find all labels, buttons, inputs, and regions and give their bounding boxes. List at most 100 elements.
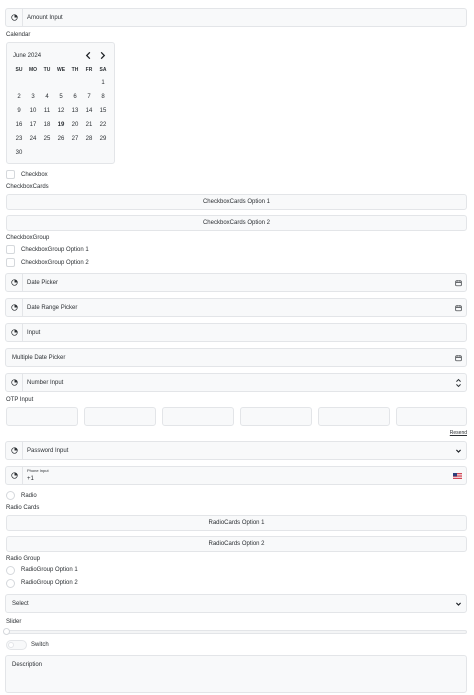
calendar-day[interactable]: 16: [12, 118, 26, 132]
checkbox-group-option-1[interactable]: [6, 245, 15, 254]
chevron-left-icon: [85, 51, 91, 60]
resend-link[interactable]: Resend: [450, 430, 467, 436]
radio-group-label: Radio Group: [6, 556, 41, 562]
calendar-day[interactable]: 1: [96, 76, 110, 90]
calendar-day[interactable]: 26: [54, 132, 68, 146]
checkbox-card-1[interactable]: CheckboxCards Option 1: [6, 194, 467, 210]
checkbox[interactable]: [6, 170, 15, 179]
date-picker[interactable]: Date Picker: [5, 273, 467, 292]
calendar-day[interactable]: 29: [96, 132, 110, 146]
otp-digit-1[interactable]: [6, 407, 78, 426]
otp-digit-4[interactable]: [240, 407, 312, 426]
stepper-icon[interactable]: [455, 377, 462, 388]
description-textarea[interactable]: Description: [5, 655, 467, 693]
calendar-empty-cell: [82, 76, 96, 90]
calendar-day[interactable]: 9: [12, 104, 26, 118]
calendar-icon[interactable]: [455, 304, 462, 311]
input-placeholder: Input: [27, 329, 41, 336]
calendar-icon[interactable]: [455, 279, 462, 286]
switch[interactable]: [6, 640, 27, 650]
weekday: TH: [71, 67, 79, 73]
password-input[interactable]: Password Input: [5, 441, 467, 460]
number-input-placeholder: Number Input: [27, 379, 64, 386]
calendar-day[interactable]: 8: [96, 90, 110, 104]
checkbox-group-option-2[interactable]: [6, 258, 15, 267]
calendar-day[interactable]: 14: [82, 104, 96, 118]
calendar-day[interactable]: 5: [54, 90, 68, 104]
calendar-day[interactable]: 18: [40, 118, 54, 132]
input[interactable]: Input: [5, 323, 467, 342]
loader-icon: [6, 9, 23, 26]
radio-card-1[interactable]: RadioCards Option 1: [6, 515, 467, 531]
weekday: TU: [43, 67, 51, 73]
calendar-empty-cell: [26, 146, 40, 160]
calendar-empty-cell: [82, 146, 96, 160]
radio-group-option-1[interactable]: [6, 566, 15, 575]
calendar-day[interactable]: 13: [68, 104, 82, 118]
switch-knob: [8, 642, 14, 648]
select[interactable]: Select: [5, 594, 467, 613]
calendar-day[interactable]: 17: [26, 118, 40, 132]
weekday: FR: [85, 67, 93, 73]
calendar-day[interactable]: 19: [54, 118, 68, 132]
amount-input-placeholder: Amount Input: [27, 14, 63, 21]
amount-input[interactable]: Amount Input: [5, 8, 467, 27]
select-placeholder: Select: [12, 600, 29, 607]
otp-digit-3[interactable]: [162, 407, 234, 426]
radio-card-2[interactable]: RadioCards Option 2: [6, 536, 467, 552]
otp-digit-2[interactable]: [84, 407, 156, 426]
calendar-day[interactable]: 30: [12, 146, 26, 160]
calendar-day[interactable]: 21: [82, 118, 96, 132]
otp-digit-5[interactable]: [318, 407, 390, 426]
number-input[interactable]: Number Input: [5, 373, 467, 392]
weekday: SA: [99, 67, 107, 73]
calendar-day[interactable]: 20: [68, 118, 82, 132]
chevron-down-icon[interactable]: [455, 447, 462, 454]
loader-icon: [6, 467, 23, 484]
radio-group-option-2[interactable]: [6, 579, 15, 588]
checkbox-card-2[interactable]: CheckboxCards Option 2: [6, 215, 467, 231]
calendar-day[interactable]: 4: [40, 90, 54, 104]
calendar-day[interactable]: 23: [12, 132, 26, 146]
calendar-day[interactable]: 15: [96, 104, 110, 118]
otp-label: OTP Input: [6, 397, 34, 403]
phone-input-value: +1: [27, 476, 34, 482]
calendar-day[interactable]: 25: [40, 132, 54, 146]
calendar-empty-cell: [54, 76, 68, 90]
calendar-day[interactable]: 11: [40, 104, 54, 118]
calendar-icon[interactable]: [455, 354, 462, 361]
checkbox-label: Checkbox: [21, 172, 48, 178]
date-range-picker[interactable]: Date Range Picker: [5, 298, 467, 317]
calendar-empty-cell: [68, 146, 82, 160]
checkbox-group-option-2-label: CheckboxGroup Option 2: [21, 260, 89, 266]
weekday: SU: [15, 67, 23, 73]
checkbox-cards-label: CheckboxCards: [6, 184, 49, 190]
calendar-day[interactable]: 27: [68, 132, 82, 146]
multiple-date-picker[interactable]: Multiple Date Picker: [5, 348, 467, 367]
calendar-day[interactable]: 22: [96, 118, 110, 132]
slider-thumb[interactable]: [3, 628, 10, 635]
slider-track[interactable]: [6, 630, 467, 634]
calendar-day[interactable]: 24: [26, 132, 40, 146]
chevron-right-icon: [100, 51, 106, 60]
calendar-empty-cell: [68, 76, 82, 90]
radio[interactable]: [6, 491, 15, 500]
calendar-month: June 2024: [13, 53, 42, 59]
calendar-day[interactable]: 2: [12, 90, 26, 104]
calendar-day[interactable]: 7: [82, 90, 96, 104]
checkbox-group-label: CheckboxGroup: [6, 235, 50, 241]
us-flag-icon[interactable]: [453, 472, 462, 479]
calendar-day[interactable]: 12: [54, 104, 68, 118]
calendar-day[interactable]: 28: [82, 132, 96, 146]
calendar-label: Calendar: [6, 32, 31, 38]
calendar-empty-cell: [96, 146, 110, 160]
next-month-button[interactable]: [98, 51, 107, 60]
phone-input[interactable]: Phone Input +1: [5, 466, 467, 485]
calendar-empty-cell: [54, 146, 68, 160]
otp-digit-6[interactable]: [396, 407, 467, 426]
prev-month-button[interactable]: [84, 51, 93, 60]
calendar-day[interactable]: 3: [26, 90, 40, 104]
date-picker-placeholder: Date Picker: [27, 279, 59, 286]
calendar-day[interactable]: 6: [68, 90, 82, 104]
calendar-day[interactable]: 10: [26, 104, 40, 118]
